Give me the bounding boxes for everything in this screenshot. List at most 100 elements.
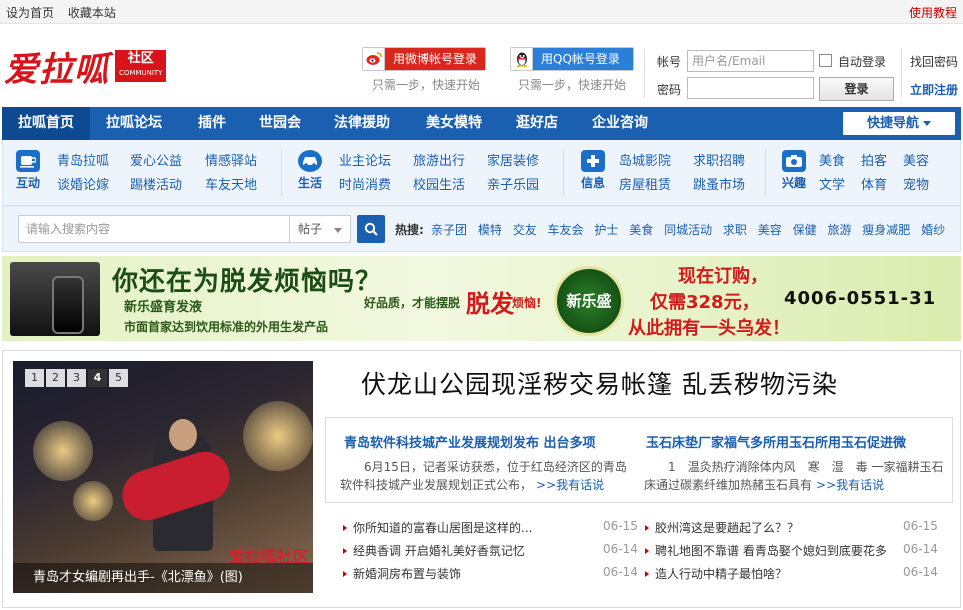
cat-link[interactable]: 踢楼活动: [130, 174, 182, 193]
find-password-link[interactable]: 找回密码: [910, 53, 958, 70]
search-input[interactable]: 请输入搜索内容: [18, 215, 290, 243]
nav-shops[interactable]: 逛好店: [516, 107, 558, 140]
register-link[interactable]: 立即注册: [910, 81, 958, 98]
category-hobby[interactable]: 兴趣: [779, 150, 809, 191]
list-item[interactable]: 胶州湾这是要趟起了么？？ 06-15: [645, 517, 945, 540]
list-item[interactable]: 新婚洞房布置与装饰 06-14: [343, 563, 638, 586]
list-item-date: 06-14: [603, 542, 638, 556]
divider: [901, 48, 902, 98]
nav-forum[interactable]: 拉呱论坛: [106, 107, 162, 140]
cat-link[interactable]: 车友天地: [205, 174, 257, 193]
cat-link[interactable]: 体育: [861, 174, 887, 193]
nav-legal-aid[interactable]: 法律援助: [334, 107, 390, 140]
cat-link[interactable]: 岛城影院: [619, 150, 671, 169]
cat-link[interactable]: 美食: [819, 150, 845, 169]
nav-plugins[interactable]: 插件: [198, 107, 226, 140]
comment-link[interactable]: >>我有话说: [816, 478, 884, 492]
hot-search-link[interactable]: 美容: [758, 223, 782, 237]
cat-link[interactable]: 宠物: [903, 174, 929, 193]
featured-articles: 青岛软件科技城产业发展规划发布 出台多项 6月15日，记者采访获悉，位于红岛经济…: [325, 417, 953, 503]
bullet-icon: [343, 548, 347, 554]
category-info[interactable]: 信息: [578, 150, 608, 191]
qq-login-button[interactable]: 用QQ帐号登录: [510, 47, 634, 71]
slider-page[interactable]: 5: [109, 369, 128, 387]
list-item-date: 06-14: [903, 542, 938, 556]
search-button[interactable]: [357, 215, 385, 243]
cat-link[interactable]: 业主论坛: [339, 150, 391, 169]
feature-title[interactable]: 玉石床垫厂家福气多所用玉石所用玉石促进微: [646, 432, 906, 451]
hot-search-link[interactable]: 婚纱: [921, 223, 945, 237]
hot-search-link[interactable]: 旅游: [827, 223, 851, 237]
cat-link[interactable]: 谈婚论嫁: [57, 174, 109, 193]
slider-page[interactable]: 1: [25, 369, 44, 387]
list-item[interactable]: 你所知道的富春山居图是这样的... 06-15: [343, 517, 638, 540]
category-life[interactable]: 生活: [295, 150, 325, 191]
news-list-left: 你所知道的富春山居图是这样的... 06-15 经典香调 开启婚礼美好香氛记忆 …: [343, 517, 638, 586]
cat-link[interactable]: 旅游出行: [413, 150, 465, 169]
bullet-icon: [645, 548, 649, 554]
weibo-login-button[interactable]: 用微博帐号登录: [362, 47, 486, 71]
cat-link[interactable]: 青岛拉呱: [57, 150, 109, 169]
cat-link[interactable]: 时尚消费: [339, 174, 391, 193]
category-interact[interactable]: 互动: [13, 150, 43, 191]
list-item-title: 胶州湾这是要趟起了么？？: [655, 521, 800, 535]
ad-banner[interactable]: 你还在为脱发烦恼吗？ 新乐盛育发液 市面首家达到饮用标准的外用生发产品 好品质，…: [2, 256, 961, 341]
site-logo[interactable]: 爱拉呱 社区 COMMUNITY: [4, 44, 167, 90]
list-item[interactable]: 经典香调 开启婚礼美好香氛记忆 06-14: [343, 540, 638, 563]
nav-expo[interactable]: 世园会: [259, 107, 301, 140]
nav-models[interactable]: 美女模特: [426, 107, 482, 140]
cat-link[interactable]: 亲子乐园: [487, 174, 539, 193]
search-type-select[interactable]: 帖子: [289, 215, 351, 243]
auto-login-checkbox[interactable]: [819, 54, 832, 67]
list-item-title: 新婚洞房布置与装饰: [353, 567, 462, 581]
nav-home[interactable]: 拉呱首页: [2, 107, 90, 140]
cat-link[interactable]: 爱心公益: [130, 150, 182, 169]
hot-search-link[interactable]: 保健: [793, 223, 817, 237]
slider-page-active[interactable]: 4: [88, 369, 107, 387]
list-item[interactable]: 聘礼地图不靠谱 看青岛娶个媳妇到底要花多 06-14: [645, 540, 945, 563]
hot-search-link[interactable]: 亲子团: [431, 223, 467, 237]
slider-page[interactable]: 3: [67, 369, 86, 387]
list-item[interactable]: 造人行动中精子最怕啥？ 06-14: [645, 563, 945, 586]
username-input[interactable]: 用户名/Email: [687, 50, 814, 72]
cat-link[interactable]: 文学: [819, 174, 845, 193]
slider-page[interactable]: 2: [46, 369, 65, 387]
list-item-title: 聘礼地图不靠谱 看青岛娶个媳妇到底要花多: [655, 544, 887, 558]
hot-search-link[interactable]: 美食: [629, 223, 653, 237]
help-link[interactable]: 使用教程: [909, 4, 957, 21]
banner-slogan: 从此拥有一头乌发！: [628, 318, 790, 339]
comment-link[interactable]: >>我有话说: [536, 478, 604, 492]
hot-search-link[interactable]: 瘦身减肥: [862, 223, 910, 237]
cat-link[interactable]: 房屋租赁: [619, 174, 671, 193]
banner-price: 仅需328元，: [650, 292, 760, 313]
bookmark-link[interactable]: 收藏本站: [68, 6, 116, 20]
set-home-link[interactable]: 设为首页: [6, 6, 54, 20]
login-submit-button[interactable]: 登录: [819, 77, 894, 101]
cat-link[interactable]: 求职招聘: [693, 150, 745, 169]
bullet-icon: [645, 571, 649, 577]
cat-link[interactable]: 情感驿站: [205, 150, 257, 169]
hot-search-link[interactable]: 模特: [478, 223, 502, 237]
weibo-login-label: 用微博帐号登录: [385, 48, 485, 70]
cat-link[interactable]: 校园生活: [413, 174, 465, 193]
hot-search-link[interactable]: 求职: [723, 223, 747, 237]
hot-search-link[interactable]: 护士: [594, 223, 618, 237]
hot-search-link[interactable]: 交友: [513, 223, 537, 237]
banner-product-desc: 市面首家达到饮用标准的外用生发产品: [124, 320, 329, 334]
hot-search-link[interactable]: 同城活动: [664, 223, 712, 237]
logo-badge-text: 社区: [127, 51, 154, 66]
cat-link[interactable]: 拍客: [861, 150, 887, 169]
hot-search-link[interactable]: 车友会: [548, 223, 584, 237]
password-label: 密码: [657, 83, 682, 97]
cat-link[interactable]: 美容: [903, 150, 929, 169]
photo-slider[interactable]: 1 2 3 4 5 爱拉呱社区 青岛才女编剧再出手-《北漂鱼》(图): [13, 361, 313, 593]
headline-link[interactable]: 伏龙山公园现淫秽交易帐篷 乱丢秽物污染: [361, 365, 838, 401]
quick-nav-dropdown[interactable]: 快捷导航: [843, 112, 955, 135]
password-input[interactable]: [687, 77, 814, 99]
feature-title[interactable]: 青岛软件科技城产业发展规划发布 出台多项: [344, 432, 596, 451]
chevron-down-icon: [334, 228, 342, 233]
nav-business[interactable]: 企业咨询: [592, 107, 648, 140]
cat-link[interactable]: 跳蚤市场: [693, 174, 745, 193]
cat-link[interactable]: 家居装修: [487, 150, 539, 169]
slide-caption[interactable]: 青岛才女编剧再出手-《北漂鱼》(图): [13, 563, 313, 593]
